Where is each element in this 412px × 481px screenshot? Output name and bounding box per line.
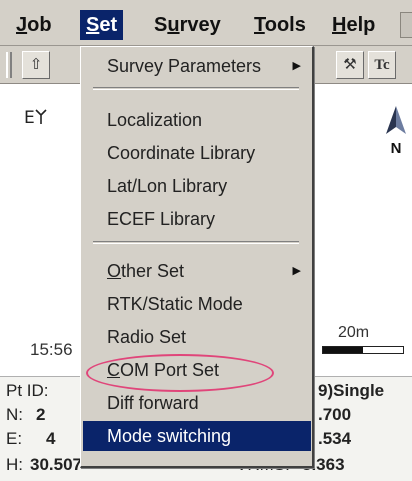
pt-id-label: Pt ID: [6,381,49,400]
easting-value: 4 [46,429,56,448]
north-label: N [390,140,402,157]
menu-item-label: ther Set [121,261,185,281]
menu-item-label: ECEF Library [107,209,216,229]
menu-item-radio-set[interactable]: Radio Set [83,322,311,352]
menu-tools[interactable]: Tools [248,10,312,40]
menu-job-mnemonic: J [16,14,28,36]
menu-item-ecef-library[interactable]: ECEF Library [83,204,311,234]
north-indicator: N [380,104,412,160]
menu-item-rtk-static-mode[interactable]: RTK/Static Mode [83,289,311,319]
menu-item-localization[interactable]: Localization [83,105,311,135]
menu-item-label: Coordinate Library [107,143,256,163]
menu-item-other-set[interactable]: Other Set ▶ [83,256,311,286]
north-arrow-icon [386,106,406,134]
menu-job-label: ob [27,14,52,36]
map-corner-text: E [24,108,35,128]
menu-tools-label: ools [264,14,306,36]
up-icon[interactable]: ⇧ [22,51,50,79]
menu-survey[interactable]: Survey [148,10,227,40]
northing-label: N: [6,405,23,424]
menu-set-mnemonic: S [86,14,100,36]
menu-item-label: Localization [107,110,203,130]
height-value: 30.507 [30,455,82,474]
menu-item-label: RTK/Static Mode [107,294,243,314]
submenu-arrow-icon: ▶ [292,265,301,277]
submenu-arrow-icon: ▶ [292,60,301,72]
menu-tools-mnemonic: T [254,14,265,36]
tc-icon[interactable]: Tc [368,51,396,79]
set-menu-dropdown: Survey Parameters ▶ Localization Coordin… [80,46,314,468]
map-corner-label: E [24,108,47,128]
menu-set-label: et [99,14,118,36]
map-time: 15:56 [30,340,73,359]
menu-help-label: elp [346,14,376,36]
menu-item-label: Diff forward [107,393,199,413]
menu-help-mnemonic: H [332,14,347,36]
antenna-icon [35,109,47,124]
menu-item-label: Survey Parameters [107,56,262,76]
northing-tail: .700 [318,405,352,424]
northing-value: 2 [36,405,46,424]
menu-set[interactable]: Set [80,10,124,40]
easting-tail: .534 [318,429,352,448]
scale-bar [322,346,404,354]
menu-item-coordinate-library[interactable]: Coordinate Library [83,138,311,168]
menu-item-mode-switching[interactable]: Mode switching [83,421,311,451]
menu-job[interactable]: Job [10,10,58,40]
solution-status: 9)Single [318,381,385,400]
menu-item-latlon-library[interactable]: Lat/Lon Library [83,171,311,201]
menu-overflow-button[interactable] [400,12,412,38]
height-label: H: [6,455,23,474]
menu-survey-mnemonic: u [167,14,180,36]
toolbar-grip[interactable] [6,52,12,78]
menu-survey-label: rvey [179,14,221,36]
route-icon[interactable]: ⚒ [336,51,364,79]
menu-item-diff-forward[interactable]: Diff forward [83,388,311,418]
menu-item-survey-parameters[interactable]: Survey Parameters ▶ [83,51,311,81]
scale-label: 20m [338,324,370,341]
highlight-oval [86,354,274,392]
pda-screen: Job Set Survey Tools Help ⇧ ⚒ Tc E N 15:… [0,0,412,481]
menu-item-label: Radio Set [107,327,187,347]
menu-item-label: Mode switching [107,426,232,446]
scale-bar-fill [323,347,363,353]
menu-item-label: Lat/Lon Library [107,176,228,196]
easting-label: E: [6,429,23,448]
menu-survey-prefix: S [154,14,168,36]
menu-separator [93,87,299,90]
menu-bar: Job Set Survey Tools Help [0,0,412,46]
menu-item-mnemonic: O [107,261,122,281]
menu-help[interactable]: Help [326,10,381,40]
menu-separator [93,241,299,244]
